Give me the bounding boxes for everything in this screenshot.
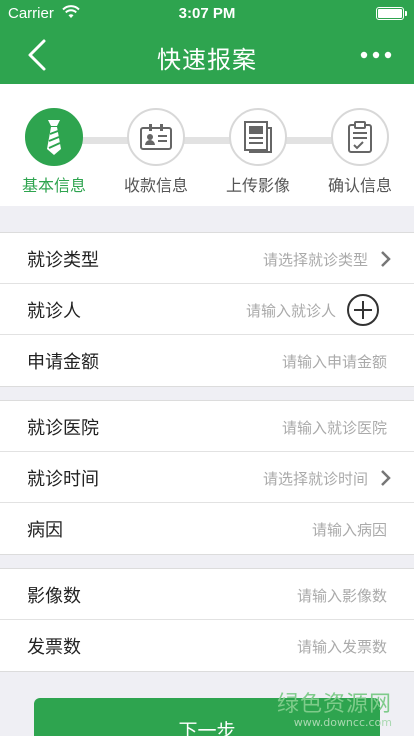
- amount-label: 申请金额: [27, 352, 99, 373]
- clipboard-check-icon: [348, 121, 372, 153]
- patient-row[interactable]: 就诊人 请输入就诊人: [0, 284, 414, 335]
- chevron-right-icon: [381, 251, 391, 267]
- step-basic-info[interactable]: 基本信息: [7, 108, 101, 196]
- cause-label: 病因: [27, 520, 63, 541]
- progress-steps: 基本信息 收款信息 上传影像 确认信息: [0, 84, 414, 206]
- visit-type-row[interactable]: 就诊类型 请选择就诊类型: [0, 233, 414, 284]
- hospital-row[interactable]: 就诊医院 请输入就诊医院: [0, 401, 414, 452]
- amount-row[interactable]: 申请金额 请输入申请金额: [0, 335, 414, 386]
- watermark-text: 绿色资源网: [276, 692, 392, 717]
- step-label: 收款信息: [123, 176, 188, 195]
- step-label: 基本信息: [21, 176, 86, 195]
- visit-type-select[interactable]: 请选择就诊类型: [263, 249, 368, 270]
- form-group-visit: 就诊医院 请输入就诊医院 就诊时间 请选择就诊时间 病因 请输入病因: [0, 400, 414, 555]
- hospital-label: 就诊医院: [27, 418, 99, 439]
- visit-time-label: 就诊时间: [27, 469, 99, 490]
- status-bar: Carrier 3:07 PM: [0, 0, 414, 28]
- clock: 3:07 PM: [178, 5, 236, 22]
- watermark-url: www.downcc.com: [293, 716, 392, 729]
- step-label: 上传影像: [225, 176, 290, 195]
- cause-row[interactable]: 病因 请输入病因: [0, 503, 414, 554]
- hospital-input[interactable]: 请输入就诊医院: [282, 417, 387, 438]
- step-confirm-info[interactable]: 确认信息: [313, 108, 407, 196]
- chevron-right-icon: [381, 470, 391, 486]
- patient-input[interactable]: 请输入就诊人: [246, 300, 336, 321]
- visit-type-label: 就诊类型: [27, 250, 99, 271]
- image-count-label: 影像数: [27, 586, 81, 607]
- page-title: 快速报案: [157, 46, 257, 74]
- document-image-icon: [244, 121, 272, 153]
- invoice-count-label: 发票数: [27, 637, 81, 658]
- form-group-attachments: 影像数 请输入影像数 发票数 请输入发票数: [0, 568, 414, 672]
- patient-label: 就诊人: [27, 301, 81, 322]
- step-payee-info[interactable]: 收款信息: [109, 108, 203, 196]
- id-card-icon: [140, 124, 172, 150]
- battery-icon: [376, 7, 407, 20]
- step-label: 确认信息: [327, 176, 392, 195]
- watermark: 绿色资源网 www.downcc.com: [277, 686, 392, 729]
- tie-icon: [47, 120, 61, 155]
- form-group-claim: 就诊类型 请选择就诊类型 就诊人 请输入就诊人 申请金额 请输入申请金额: [0, 232, 414, 387]
- image-count-row[interactable]: 影像数 请输入影像数: [0, 569, 414, 620]
- step-upload-images[interactable]: 上传影像: [211, 108, 305, 196]
- more-dots-icon[interactable]: [358, 45, 394, 65]
- visit-time-select[interactable]: 请选择就诊时间: [263, 468, 368, 489]
- add-circle-icon[interactable]: [346, 293, 380, 327]
- visit-time-row[interactable]: 就诊时间 请选择就诊时间: [0, 452, 414, 503]
- amount-input[interactable]: 请输入申请金额: [282, 351, 387, 372]
- nav-bar: Carrier 3:07 PM 快速报案: [0, 0, 414, 84]
- invoice-count-input[interactable]: 请输入发票数: [297, 636, 387, 657]
- image-count-input[interactable]: 请输入影像数: [297, 585, 387, 606]
- invoice-count-row[interactable]: 发票数 请输入发票数: [0, 620, 414, 671]
- cause-input[interactable]: 请输入病因: [312, 519, 387, 540]
